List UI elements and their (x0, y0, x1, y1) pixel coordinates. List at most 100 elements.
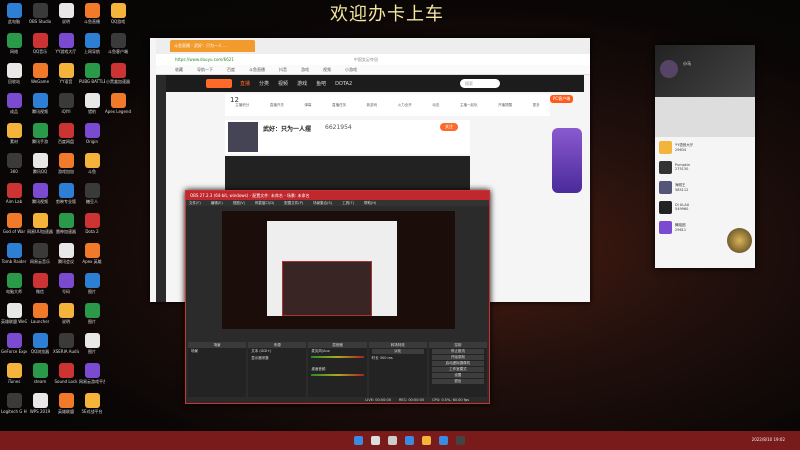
desktop-icon[interactable]: 游戏加加 (53, 153, 79, 174)
source-item[interactable]: 显示器采集 (248, 355, 306, 362)
desktop-icon[interactable]: Launcher (27, 303, 53, 324)
qq-avatar[interactable] (660, 60, 678, 78)
address-bar[interactable]: https://www.douyu.com/6621 中国女足夺冠 (150, 54, 590, 65)
nav-item[interactable]: DOTA2 (335, 81, 352, 87)
desktop-icon[interactable]: QQ游戏 (105, 3, 131, 24)
desktop-icon[interactable]: 腾讯手游 (27, 123, 53, 144)
desktop-icon[interactable]: 雷神加速器 (53, 213, 79, 234)
desktop-icon[interactable]: 腾讯视频 (27, 183, 53, 204)
desktop-icon[interactable]: iQIYI (53, 93, 79, 114)
taskbar-app-icon[interactable] (456, 436, 465, 445)
function-item[interactable]: 火力全开 (398, 103, 412, 108)
desktop-icon[interactable]: 上网导航 (79, 33, 105, 54)
desktop-icon[interactable]: 图片 (79, 273, 105, 294)
obs-menu-item[interactable]: 帮助(H) (364, 201, 376, 206)
duration-input[interactable]: 300 ms (380, 356, 393, 360)
desktop-icon[interactable]: 网络 (1, 33, 27, 54)
desktop-icon[interactable]: 斗鱼客户端 (105, 33, 131, 54)
function-item[interactable]: 主播一起玩 (460, 103, 478, 108)
follow-button[interactable]: 关注 (440, 123, 458, 131)
function-item[interactable]: 动态 (432, 103, 439, 108)
desktop-icon[interactable]: WPS 2019 (27, 393, 53, 414)
nav-item[interactable]: 直播 (240, 80, 250, 87)
desktop-icon[interactable]: Sound Lock (53, 363, 79, 384)
taskbar-app-icon[interactable] (388, 436, 397, 445)
desktop-icon[interactable]: WeGame (27, 63, 53, 84)
desktop-icon[interactable]: OBS Studio (27, 3, 53, 24)
douyu-search[interactable]: 搜索 (460, 79, 500, 88)
function-item[interactable]: 直播开关 (270, 103, 284, 108)
desktop-icon[interactable]: 图片 (79, 333, 105, 354)
qq-contact[interactable]: Di ULAU 549960 (655, 197, 755, 217)
desktop-icon[interactable]: 英雄联盟 (53, 393, 79, 414)
qq-contact[interactable]: YY语音大厅 29634 (655, 137, 755, 157)
desktop-icon[interactable]: 腾讯QQ (27, 153, 53, 174)
desktop-icon[interactable]: 腾讯会议 (53, 243, 79, 264)
obs-preview[interactable] (222, 211, 455, 329)
promo-banner[interactable] (552, 128, 582, 193)
desktop-icon[interactable]: Logitech G HUB (1, 393, 27, 414)
obs-menu-item[interactable]: 停靠窗口(D) (255, 201, 274, 206)
desktop-icon[interactable]: 微信 (27, 273, 53, 294)
nav-item[interactable]: 分类 (259, 80, 269, 87)
desktop-icon[interactable]: Apex 英雄 (79, 243, 105, 264)
desktop-icon[interactable]: 糖豆人 (79, 183, 105, 204)
transition-select[interactable]: 淡化 (371, 349, 424, 354)
function-item[interactable]: 开播提醒 (498, 103, 512, 108)
bookmark[interactable]: 抖音 (279, 67, 287, 73)
obs-menu-item[interactable]: 视图(V) (233, 201, 245, 206)
desktop-icon[interactable]: 百度网盘 (53, 123, 79, 144)
scene-item[interactable]: 场景 (188, 348, 246, 355)
desktop-icon[interactable]: 说明 (53, 3, 79, 24)
desktop-icon[interactable]: 回收站 (1, 63, 27, 84)
desktop-icon[interactable]: God of War (1, 213, 27, 234)
obs-menu-item[interactable]: 工具(T) (342, 201, 354, 206)
desktop-icon[interactable]: 腾讯视频 (27, 93, 53, 114)
control-button[interactable]: 停止推流 (431, 349, 485, 354)
taskbar-app-icon[interactable] (405, 436, 414, 445)
pc-client-button[interactable]: PC客户端 (550, 95, 574, 103)
control-button[interactable]: 启动虚拟摄像机 (431, 361, 485, 366)
nav-item[interactable]: 视频 (278, 80, 288, 87)
obs-menu-item[interactable]: 配置文件(P) (284, 201, 303, 206)
desktop-icon[interactable]: 5E对战平台 (79, 393, 105, 414)
taskbar-app-icon[interactable] (354, 436, 363, 445)
desktop-icon[interactable]: GeForce Experience (1, 333, 27, 354)
desktop-icon[interactable]: 斗鱼直播 (79, 3, 105, 24)
desktop-icon[interactable]: 图片 (79, 303, 105, 324)
bookmark[interactable]: 小游戏 (345, 67, 357, 73)
control-button[interactable]: 设置 (431, 373, 485, 378)
desktop-icon[interactable]: 猎豹 (79, 93, 105, 114)
taskbar-app-icon[interactable] (439, 436, 448, 445)
desktop-icon[interactable]: QQ音乐 (27, 33, 53, 54)
function-item[interactable]: 弹幕 (304, 103, 311, 108)
nav-item[interactable]: 游戏 (297, 80, 307, 87)
desktop-icon[interactable]: 此电脑 (1, 3, 27, 24)
desktop-icon[interactable]: 网易云音乐 (27, 243, 53, 264)
qq-contact[interactable]: Pumpkin 275130 (655, 157, 755, 177)
obs-menu-item[interactable]: 场景集合(S) (313, 201, 332, 206)
qq-contact[interactable]: 海贼王 585112 (655, 177, 755, 197)
desktop-icon[interactable]: iTunes (1, 363, 27, 384)
system-tray[interactable]: 2022/8/10 19:02 (752, 437, 785, 442)
desktop-icon[interactable]: QQ浏览器 (27, 333, 53, 354)
desktop-icon[interactable]: PUBG BATTLEGR... (79, 63, 105, 84)
desktop-icon[interactable]: 电脑大师 (1, 273, 27, 294)
obs-menu-item[interactable]: 编辑(E) (211, 201, 223, 206)
control-button[interactable]: 退出 (431, 379, 485, 384)
desktop-icon[interactable]: 剪映专业版 (53, 183, 79, 204)
desktop-icon[interactable]: Tomb Raider (1, 243, 27, 264)
bookmark[interactable]: 游戏 (301, 67, 309, 73)
bookmark[interactable]: 收藏 (175, 67, 183, 73)
nav-item[interactable]: 鱼吧 (316, 80, 326, 87)
taskbar-app-icon[interactable] (371, 436, 380, 445)
browser-tab[interactable]: 斗鱼直播 - 武好：只为一人 ... (170, 40, 255, 52)
desktop-icon[interactable]: 小黑盒加速器 (105, 63, 131, 84)
desktop-icon[interactable]: 360 (1, 153, 27, 174)
desktop-icon[interactable]: 英雄联盟 WeGame版 (1, 303, 27, 324)
bookmark[interactable]: 百度 (227, 67, 235, 73)
desktop-icon[interactable]: YY游戏大厅 (53, 33, 79, 54)
desktop-icon[interactable]: Aim Lab (1, 183, 27, 204)
desktop-icon[interactable]: steam (27, 363, 53, 384)
desktop-icon[interactable]: 素材 (1, 123, 27, 144)
